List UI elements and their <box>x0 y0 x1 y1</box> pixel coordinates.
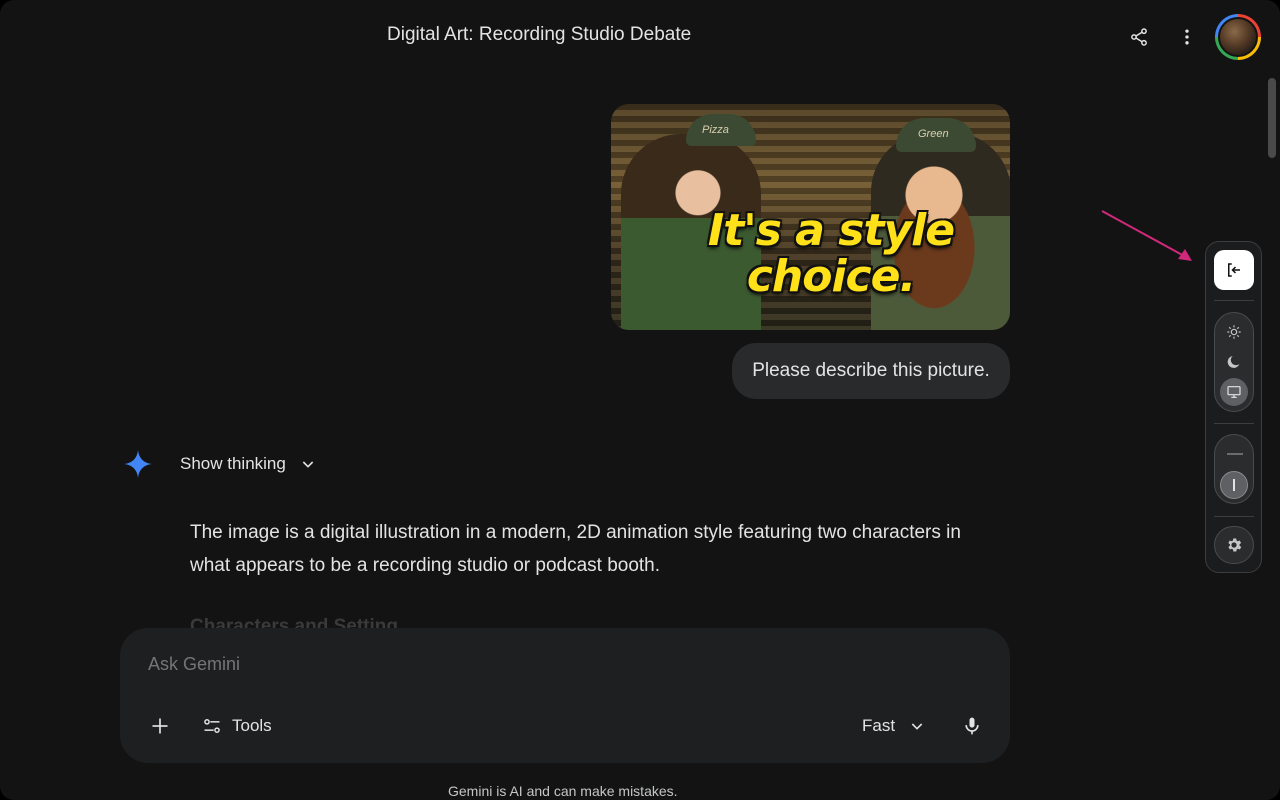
hat-text-right: Green <box>918 128 949 140</box>
theme-light-option[interactable] <box>1220 318 1248 346</box>
gemini-app: Digital Art: Recording Studio Debate Piz… <box>0 0 1280 800</box>
slider-track-mark <box>1227 453 1243 455</box>
exit-icon <box>1228 263 1240 277</box>
image-hat-right: Green <box>896 118 976 152</box>
settings-button[interactable] <box>1214 526 1254 564</box>
panel-divider <box>1214 300 1254 301</box>
response-paragraph: The image is a digital illustration in a… <box>190 522 961 576</box>
theme-dark-option[interactable] <box>1220 348 1248 376</box>
show-thinking-label: Show thinking <box>180 454 286 473</box>
add-attachment-button[interactable] <box>142 708 178 744</box>
tools-label: Tools <box>232 716 272 735</box>
slider-grip-icon <box>1233 479 1235 491</box>
share-button[interactable] <box>1121 19 1157 55</box>
panel-divider <box>1214 516 1254 517</box>
width-slider[interactable] <box>1214 434 1254 504</box>
gear-icon <box>1228 538 1242 552</box>
plus-icon <box>152 718 168 734</box>
chevron-down-icon <box>911 723 923 730</box>
ai-disclaimer: Gemini is AI and can make mistakes. <box>448 783 678 799</box>
user-message-text: Please describe this picture. <box>752 360 990 381</box>
prompt-input[interactable] <box>148 654 848 675</box>
share-icon <box>1131 28 1147 46</box>
avatar-photo <box>1218 17 1258 57</box>
image-hat-left: Pizza <box>686 114 756 146</box>
panel-divider <box>1214 423 1254 424</box>
tools-icon <box>204 719 220 733</box>
user-message-bubble: Please describe this picture. <box>732 343 1010 399</box>
conversation-title: Digital Art: Recording Studio Debate <box>387 24 692 45</box>
model-mode-label: Fast <box>862 716 896 735</box>
tools-button[interactable]: Tools <box>202 712 272 740</box>
image-caption: It's a style choice. <box>707 205 955 302</box>
display-settings-panel <box>1205 241 1262 573</box>
more-options-button[interactable] <box>1169 19 1205 55</box>
monitor-icon <box>1227 386 1241 398</box>
annotation-arrow <box>1101 210 1192 261</box>
slider-knob[interactable] <box>1220 471 1248 499</box>
show-thinking-toggle[interactable]: Show thinking <box>180 454 316 474</box>
account-avatar[interactable] <box>1215 14 1261 60</box>
microphone-icon <box>965 717 979 735</box>
uploaded-image[interactable]: Pizza Green It's a style choice. <box>611 104 1010 330</box>
theme-system-option[interactable] <box>1220 378 1248 406</box>
moon-icon <box>1227 356 1240 368</box>
microphone-button[interactable] <box>954 708 990 744</box>
exit-panel-button[interactable] <box>1214 250 1254 290</box>
prompt-composer: Tools Fast <box>120 628 1010 763</box>
gemini-spark-icon <box>124 450 152 478</box>
theme-selector <box>1214 312 1254 412</box>
chevron-down-icon <box>302 461 314 468</box>
more-vert-icon <box>1185 29 1189 45</box>
sun-icon <box>1227 325 1241 339</box>
scrollbar-thumb[interactable] <box>1268 78 1276 158</box>
model-mode-selector[interactable]: Fast <box>862 712 925 740</box>
hat-text-left: Pizza <box>702 124 729 136</box>
